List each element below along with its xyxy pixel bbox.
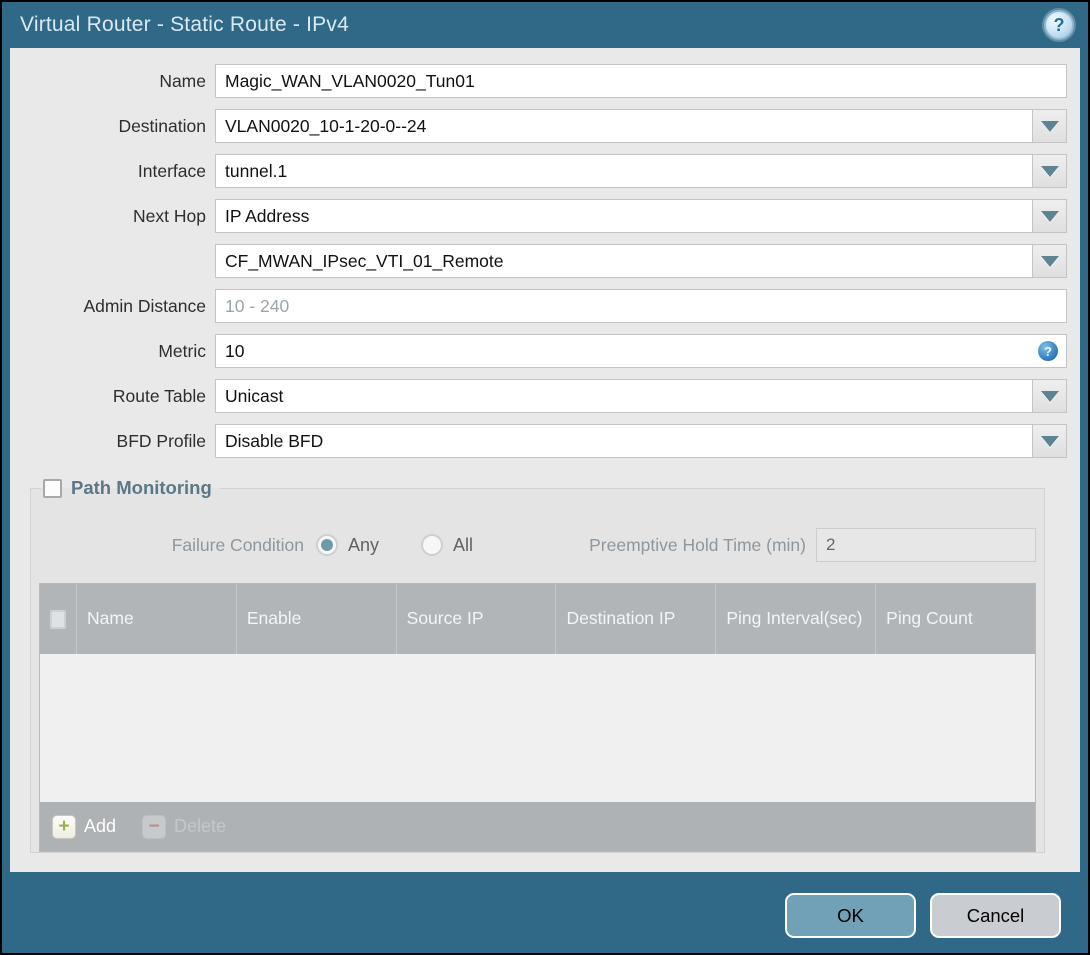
table-header-ping-interval[interactable]: Ping Interval(sec) — [715, 584, 875, 654]
table-header: Name Enable Source IP Destination IP Pin… — [40, 584, 1035, 654]
failure-all-radio[interactable] — [421, 534, 444, 556]
add-button-label: Add — [84, 816, 117, 836]
interface-control — [215, 154, 1067, 188]
destination-label: Destination — [118, 115, 206, 136]
dialog-titlebar: Virtual Router - Static Route - IPv4 ? — [2, 2, 1088, 48]
form-row-interface: Interface — [10, 154, 1067, 188]
next-hop-address-control — [215, 244, 1067, 278]
table-footer: + Add − Delete — [40, 802, 1035, 851]
failure-option-all: All — [421, 534, 473, 556]
name-label: Name — [159, 70, 206, 91]
name-input[interactable] — [215, 64, 1067, 98]
dialog-title: Virtual Router - Static Route - IPv4 — [20, 13, 349, 36]
chevron-down-icon — [1040, 390, 1059, 402]
chevron-down-icon — [1040, 120, 1059, 132]
cancel-button[interactable]: Cancel — [930, 893, 1061, 938]
table-header-select-cell — [40, 584, 76, 654]
next-hop-dropdown-button[interactable] — [1033, 199, 1067, 233]
next-hop-control — [215, 199, 1067, 233]
dialog-frame: Virtual Router - Static Route - IPv4 ? N… — [0, 0, 1090, 955]
failure-condition-row: Failure Condition Any All Preemptive Hol… — [39, 527, 1036, 563]
dialog-footer: OK Cancel — [2, 872, 1088, 953]
chevron-down-icon — [1040, 210, 1059, 222]
help-icon[interactable]: ? — [1044, 10, 1074, 40]
form-row-name: Name — [10, 64, 1067, 98]
form-row-destination: Destination — [10, 109, 1067, 143]
route-table-input[interactable] — [215, 379, 1033, 413]
form-row-admin-distance: Admin Distance — [10, 289, 1067, 323]
interface-label: Interface — [137, 160, 206, 181]
form-row-route-table: Route Table — [10, 379, 1067, 413]
path-monitoring-section: Path Monitoring Failure Condition Any Al… — [30, 477, 1045, 853]
delete-button[interactable]: − Delete — [142, 814, 227, 839]
metric-input[interactable] — [215, 334, 1067, 368]
chevron-down-icon — [1040, 435, 1059, 447]
interface-input[interactable] — [215, 154, 1033, 188]
destination-dropdown-button[interactable] — [1033, 109, 1067, 143]
bfd-profile-input[interactable] — [215, 424, 1033, 458]
ok-button[interactable]: OK — [785, 893, 916, 938]
select-all-checkbox[interactable] — [50, 609, 66, 629]
next-hop-address-input[interactable] — [215, 244, 1033, 278]
path-monitoring-title: Path Monitoring — [71, 477, 212, 498]
table-body-empty — [40, 654, 1035, 802]
admin-distance-control — [215, 289, 1067, 323]
destination-input[interactable] — [215, 109, 1033, 143]
bfd-profile-label: BFD Profile — [116, 430, 206, 451]
metric-label: Metric — [158, 340, 206, 361]
table-header-source-ip[interactable]: Source IP — [395, 584, 556, 654]
path-monitoring-table: Name Enable Source IP Destination IP Pin… — [39, 583, 1036, 852]
route-table-control — [215, 379, 1067, 413]
delete-minus-icon: − — [142, 814, 167, 839]
table-header-enable[interactable]: Enable — [235, 584, 396, 654]
table-header-ping-count[interactable]: Ping Count — [875, 584, 1035, 654]
route-table-label: Route Table — [112, 385, 206, 406]
table-header-destination-ip[interactable]: Destination IP — [555, 584, 715, 654]
metric-control: ? — [215, 334, 1067, 368]
form-row-bfd-profile: BFD Profile — [10, 424, 1067, 458]
failure-any-radio[interactable] — [316, 534, 338, 556]
preemptive-hold-time-label: Preemptive Hold Time (min) — [589, 534, 806, 555]
add-plus-icon: + — [52, 814, 76, 839]
metric-info-icon[interactable]: ? — [1038, 341, 1058, 361]
admin-distance-input[interactable] — [215, 289, 1067, 323]
form-row-next-hop: Next Hop — [10, 199, 1067, 233]
interface-dropdown-button[interactable] — [1033, 154, 1067, 188]
failure-option-any: Any — [316, 534, 379, 556]
failure-all-label: All — [453, 534, 474, 555]
table-header-name[interactable]: Name — [76, 584, 236, 654]
next-hop-address-dropdown-button[interactable] — [1033, 244, 1067, 278]
dialog-content: Name Destination Interface Next Hop — [10, 48, 1080, 872]
preemptive-hold-time-input[interactable] — [816, 528, 1036, 562]
path-monitoring-legend: Path Monitoring — [41, 477, 220, 499]
destination-control — [215, 109, 1067, 143]
name-control — [215, 64, 1067, 98]
route-table-dropdown-button[interactable] — [1033, 379, 1067, 413]
next-hop-type-input[interactable] — [215, 199, 1033, 233]
form-row-metric: Metric ? — [10, 334, 1067, 368]
bfd-profile-dropdown-button[interactable] — [1033, 424, 1067, 458]
admin-distance-label: Admin Distance — [83, 295, 206, 316]
delete-button-label: Delete — [174, 816, 227, 836]
next-hop-label: Next Hop — [133, 205, 206, 226]
bfd-profile-control — [215, 424, 1067, 458]
add-button[interactable]: + Add — [52, 814, 117, 839]
path-monitoring-checkbox[interactable] — [43, 478, 62, 498]
chevron-down-icon — [1040, 255, 1059, 267]
failure-any-label: Any — [348, 534, 380, 555]
form-row-next-hop-address — [10, 244, 1067, 278]
failure-condition-label: Failure Condition — [171, 534, 304, 555]
chevron-down-icon — [1040, 165, 1059, 177]
